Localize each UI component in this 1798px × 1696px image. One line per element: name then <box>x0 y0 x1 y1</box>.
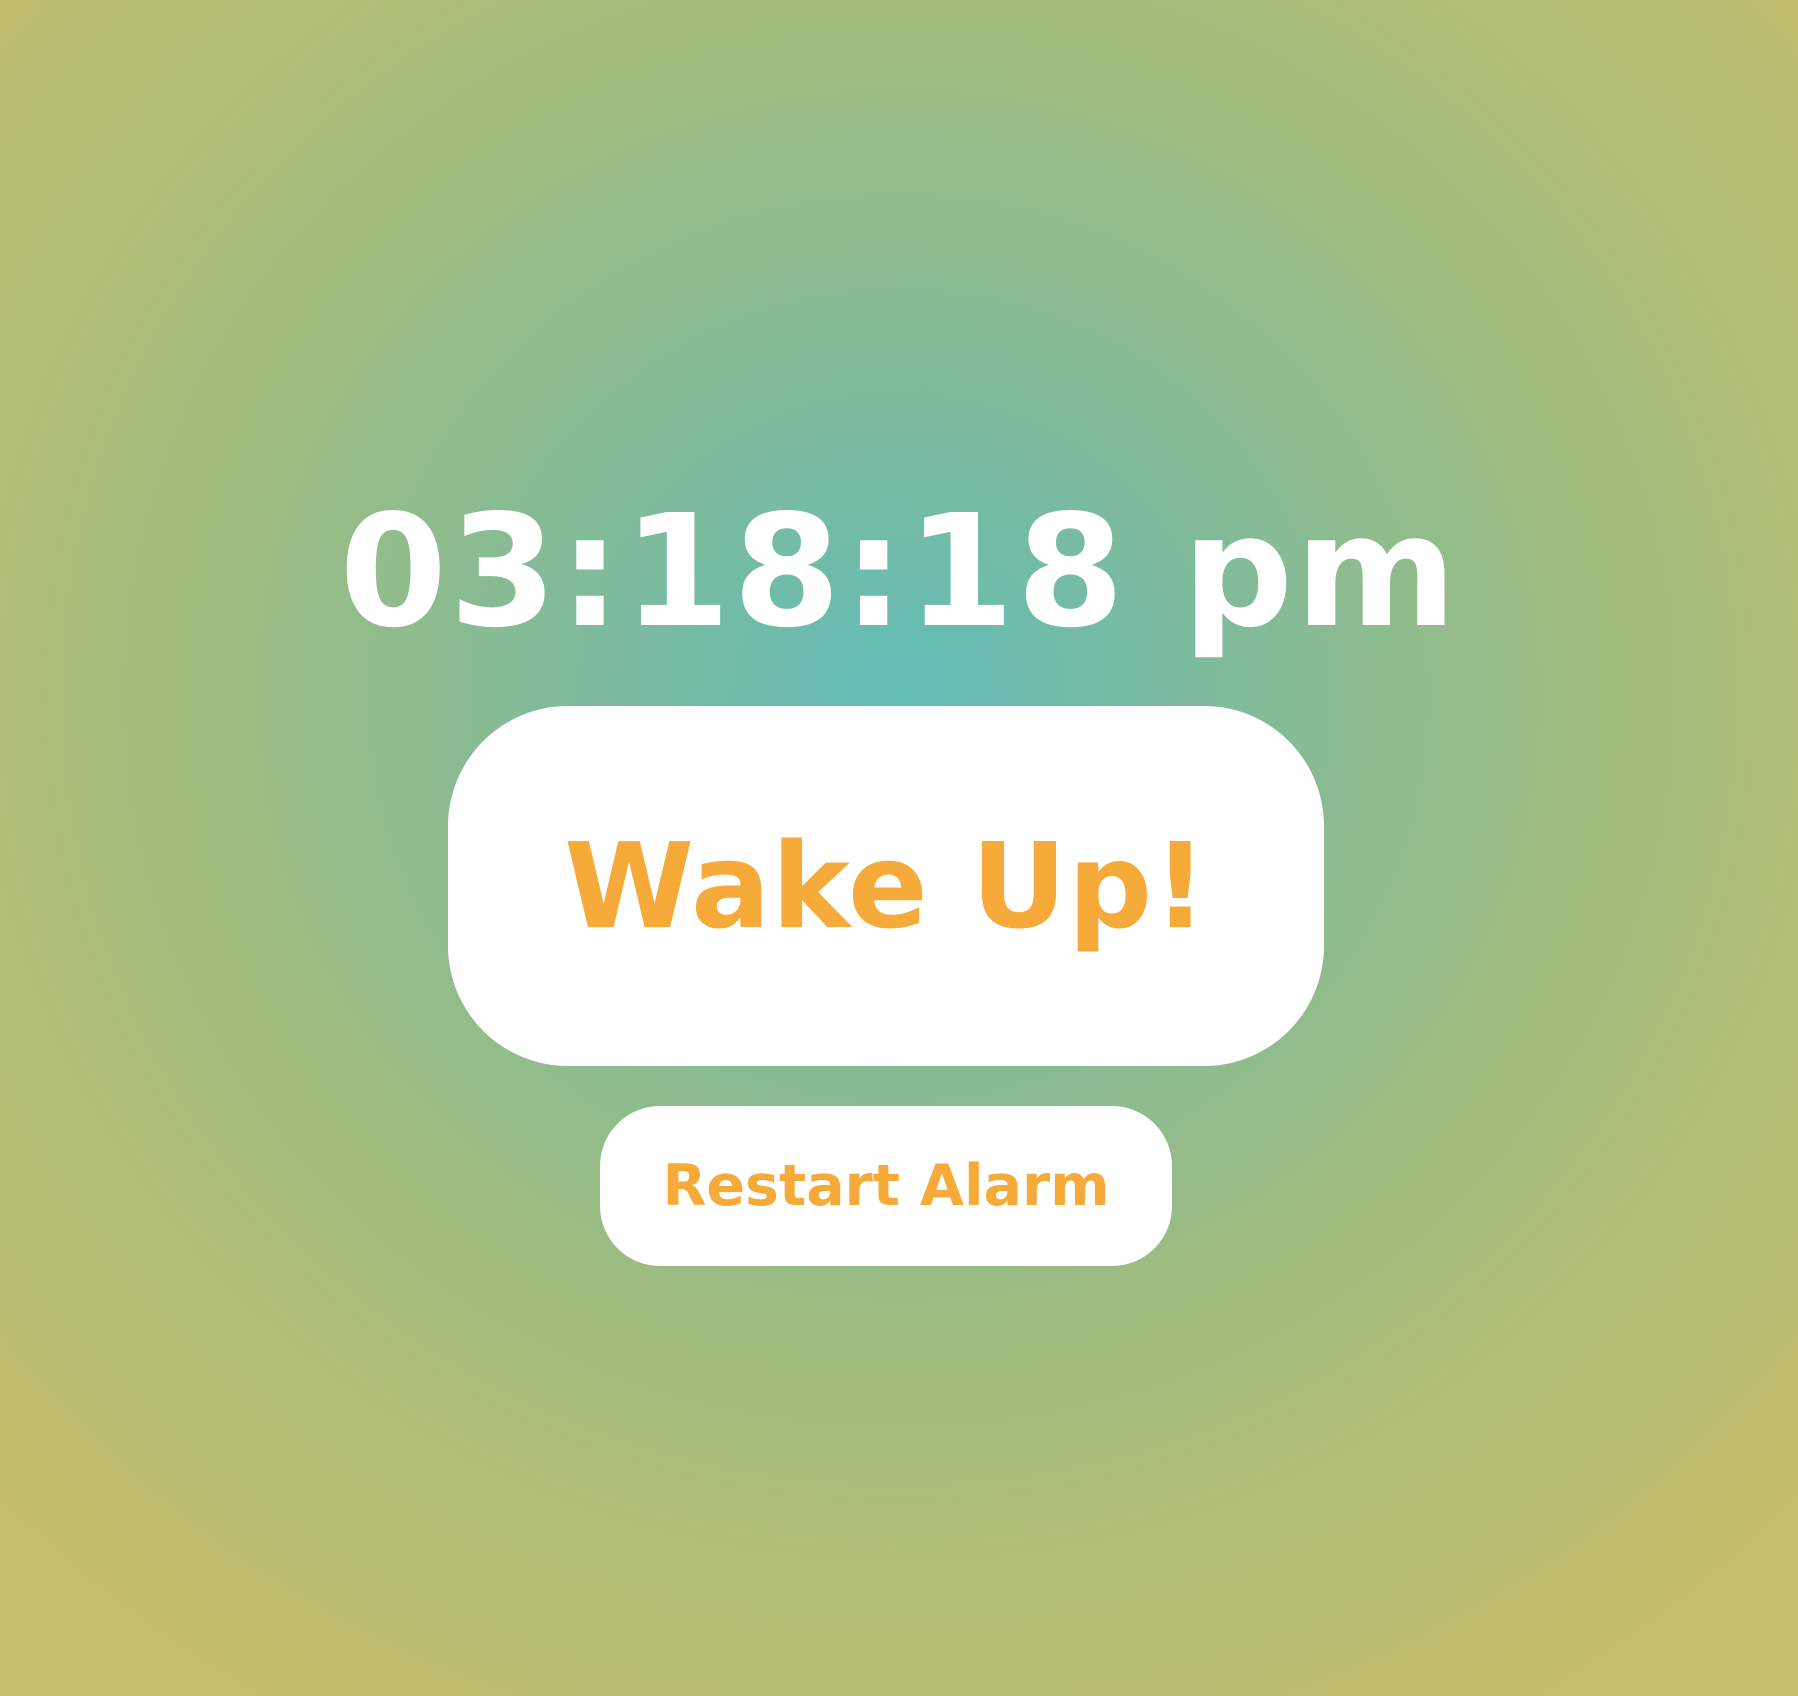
restart-alarm-button[interactable]: Restart Alarm <box>600 1106 1172 1266</box>
restart-alarm-label: Restart Alarm <box>662 1153 1110 1219</box>
wake-up-label: Wake Up! <box>563 817 1209 955</box>
wake-up-button[interactable]: Wake Up! <box>448 706 1324 1066</box>
alarm-screen: 03:18:18 pm Wake Up! Restart Alarm <box>0 0 1798 1696</box>
current-time: 03:18:18 pm <box>339 481 1459 662</box>
